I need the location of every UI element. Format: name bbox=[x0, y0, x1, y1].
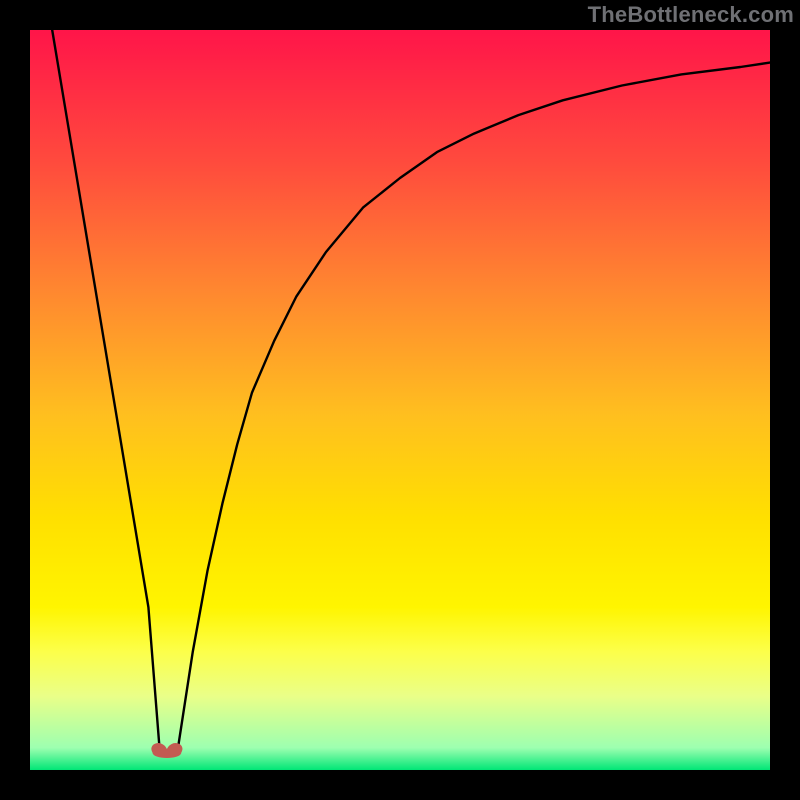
curve-left bbox=[52, 30, 159, 748]
curve-right bbox=[178, 63, 770, 748]
watermark-text: TheBottleneck.com bbox=[588, 2, 794, 28]
chart-svg bbox=[30, 30, 770, 770]
heart-marker bbox=[152, 744, 182, 758]
plot-area bbox=[30, 30, 770, 770]
chart-frame: TheBottleneck.com bbox=[0, 0, 800, 800]
